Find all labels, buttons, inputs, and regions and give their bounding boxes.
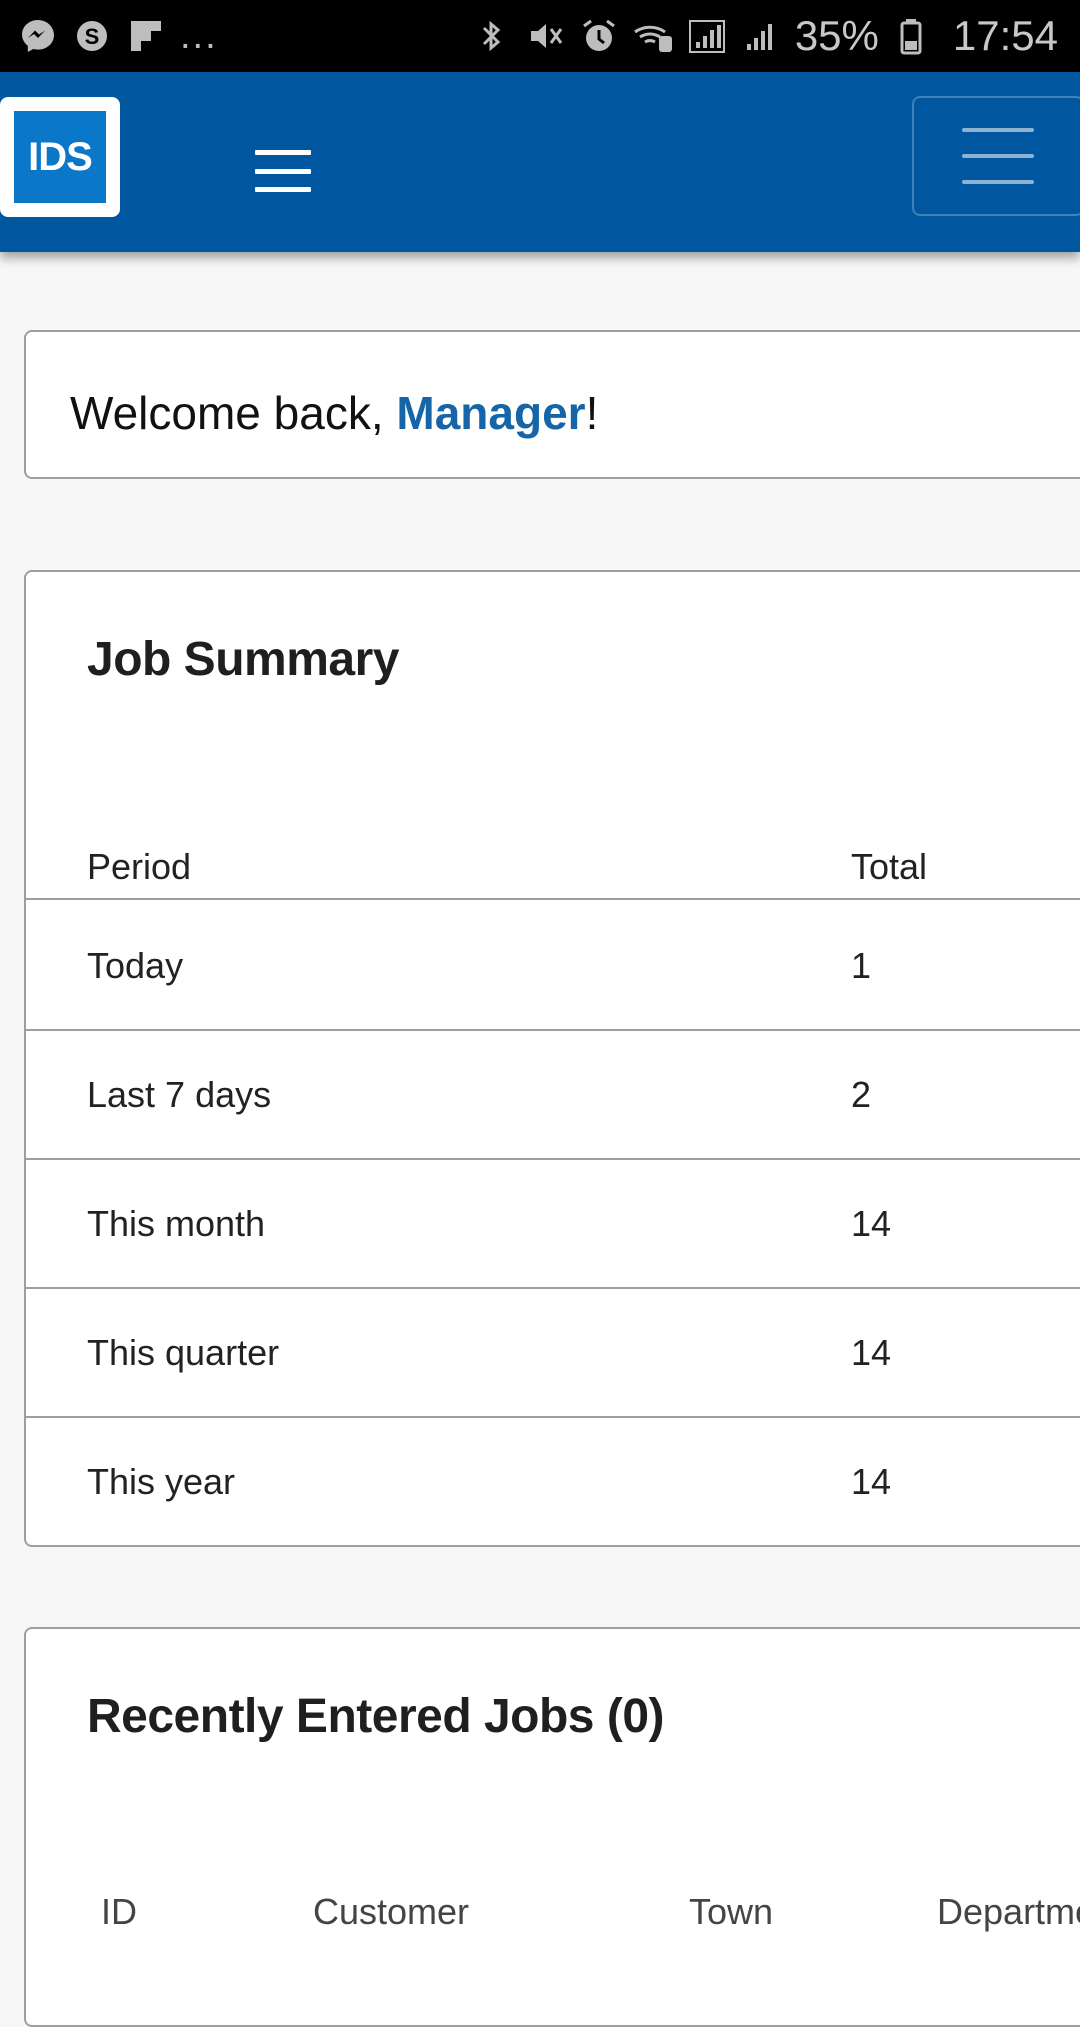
- total-cell: 1: [851, 945, 872, 986]
- app-header: IDS: [0, 72, 1080, 252]
- period-cell: Today: [87, 945, 184, 986]
- table-row: This quarter 14: [26, 1289, 1080, 1418]
- column-header-department: Departme: [937, 1891, 1080, 1932]
- status-more: ...: [180, 14, 218, 57]
- logo-text: IDS: [14, 111, 106, 203]
- welcome-card: Welcome back, Manager!: [24, 330, 1080, 479]
- total-cell: 14: [851, 1461, 892, 1502]
- recent-jobs-card: Recently Entered Jobs (0) ID Customer To…: [24, 1627, 1080, 2027]
- bluetooth-icon: [471, 16, 511, 56]
- welcome-message: Welcome back, Manager!: [70, 386, 598, 440]
- alarm-icon: [579, 16, 619, 56]
- total-cell: 14: [851, 1203, 892, 1244]
- ids-logo[interactable]: IDS: [0, 97, 120, 217]
- table-row: Today 1: [26, 902, 1080, 1031]
- column-header-customer: Customer: [313, 1891, 470, 1932]
- welcome-suffix: !: [585, 387, 599, 439]
- column-header-period: Period: [87, 846, 192, 887]
- svg-text:S: S: [85, 24, 100, 49]
- recent-jobs-title: Recently Entered Jobs (0): [87, 1690, 665, 1743]
- period-cell: This quarter: [87, 1332, 280, 1373]
- period-cell: This year: [87, 1461, 236, 1502]
- recent-jobs-table-header: ID Customer Town Departme: [26, 1891, 1080, 1951]
- job-summary-title: Job Summary: [87, 633, 399, 686]
- wifi-call-icon: [633, 16, 673, 56]
- clock: 17:54: [952, 12, 1058, 59]
- status-bar: S ... 35% 17:54: [0, 0, 1080, 72]
- signal-icon: [687, 16, 727, 56]
- period-cell: This month: [87, 1203, 266, 1244]
- welcome-prefix: Welcome back,: [70, 387, 397, 439]
- table-row: This month 14: [26, 1160, 1080, 1289]
- navbar-toggler-button[interactable]: [912, 96, 1080, 216]
- column-header-id: ID: [101, 1891, 137, 1932]
- total-cell: 2: [851, 1074, 872, 1115]
- total-cell: 14: [851, 1332, 892, 1373]
- status-bar-left: S ...: [18, 15, 218, 58]
- hamburger-menu-icon[interactable]: [255, 150, 311, 192]
- navbar-toggler-icon: [962, 128, 1034, 184]
- table-header: Period Total: [26, 802, 1080, 900]
- table-row: Last 7 days 2: [26, 1031, 1080, 1160]
- mute-icon: [525, 16, 565, 56]
- column-header-town: Town: [689, 1891, 774, 1932]
- column-header-total: Total: [851, 846, 928, 887]
- period-cell: Last 7 days: [87, 1074, 272, 1115]
- job-summary-card: Job Summary Period Total Today 1 Last 7 …: [24, 570, 1080, 1547]
- table-row: This year 14: [26, 1418, 1080, 1547]
- skype-icon: S: [72, 16, 112, 56]
- signal-bars-icon: [741, 16, 781, 56]
- battery-icon: [893, 16, 933, 56]
- status-bar-right: 35% 17:54: [471, 12, 1058, 60]
- welcome-username: Manager: [396, 387, 586, 439]
- messenger-icon: [18, 16, 58, 56]
- flipboard-icon: [126, 16, 166, 56]
- battery-percent: 35%: [794, 12, 879, 59]
